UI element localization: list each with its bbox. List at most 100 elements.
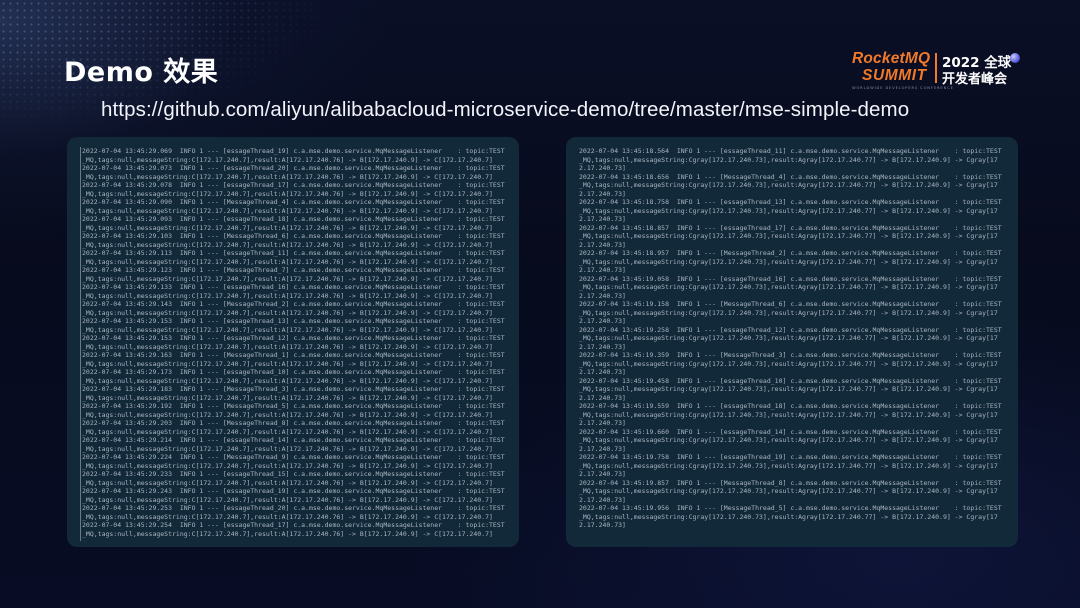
- log-line: 2022-07-04 13:45:29.069 INFO 1 --- [essa…: [82, 147, 505, 155]
- logo-tagline: WORLDWIDE DEVELOPERS CONFERENCE: [852, 86, 954, 90]
- log-line: 2022-07-04 13:45:29.090 INFO 1 --- [Mess…: [82, 198, 505, 206]
- log-line: _MQ,tags:null,messageString:C[172.17.240…: [82, 461, 493, 470]
- log-line: _MQ,tags:null,messageString:Cgray[172.17…: [579, 436, 998, 444]
- log-line: _MQ,tags:null,messageString:C[172.17.240…: [82, 308, 493, 317]
- log-line: _MQ,tags:null,messageString:C[172.17.240…: [82, 325, 493, 334]
- log-line: _MQ,tags:null,messageString:Cgray[172.17…: [579, 512, 998, 521]
- log-line: _MQ,tags:null,messageString:Cgray[172.17…: [579, 410, 998, 419]
- log-line: 2022-07-04 13:45:19.857 INFO 1 --- [Mess…: [579, 478, 1002, 487]
- log-line: 2022-07-04 13:45:29.173 INFO 1 --- [essa…: [82, 368, 505, 376]
- log-line: _MQ,tags:null,messageString:C[172.17.240…: [82, 172, 493, 181]
- log-line: _MQ,tags:null,messageString:C[172.17.240…: [82, 529, 493, 538]
- log-line: _MQ,tags:null,messageString:C[172.17.240…: [82, 155, 493, 164]
- left-log-output: 2022-07-04 13:45:29.069 INFO 1 --- [essa…: [80, 147, 511, 541]
- log-line: _MQ,tags:null,messageString:C[172.17.240…: [82, 240, 493, 249]
- logo-brand-line2: SUMMIT: [862, 67, 927, 84]
- log-line: 2022-07-04 13:45:19.956 INFO 1 --- [Mess…: [579, 504, 1002, 512]
- log-line: _MQ,tags:null,messageString:C[172.17.240…: [82, 359, 493, 368]
- log-line: _MQ,tags:null,messageString:Cgray[172.17…: [579, 283, 998, 291]
- log-line: 2.17.240.73]: [579, 317, 626, 325]
- log-line: 2022-07-04 13:45:18.857 INFO 1 --- [essa…: [579, 223, 1002, 232]
- log-line: _MQ,tags:null,messageString:Cgray[172.17…: [579, 308, 998, 317]
- log-line: 2022-07-04 13:45:29.113 INFO 1 --- [essa…: [82, 249, 505, 257]
- log-line: 2.17.240.73]: [579, 342, 626, 351]
- log-line: _MQ,tags:null,messageString:C[172.17.240…: [82, 410, 493, 419]
- log-line: _MQ,tags:null,messageString:C[172.17.240…: [82, 257, 493, 266]
- log-line: 2022-07-04 13:45:29.153 INFO 1 --- [essa…: [82, 317, 505, 325]
- log-line: 2022-07-04 13:45:19.559 INFO 1 --- [essa…: [579, 402, 1002, 410]
- log-line: _MQ,tags:null,messageString:C[172.17.240…: [82, 427, 493, 436]
- log-line: _MQ,tags:null,messageString:Cgray[172.17…: [579, 385, 998, 393]
- log-line: _MQ,tags:null,messageString:C[172.17.240…: [82, 376, 493, 385]
- log-line: 2022-07-04 13:45:29.243 INFO 1 --- [essa…: [82, 487, 505, 495]
- log-line: 2.17.240.73]: [579, 164, 626, 172]
- log-line: 2.17.240.73]: [579, 495, 626, 504]
- log-line: _MQ,tags:null,messageString:C[172.17.240…: [82, 444, 493, 453]
- log-line: 2022-07-04 13:45:19.258 INFO 1 --- [essa…: [579, 325, 1002, 334]
- log-line: 2022-07-04 13:45:29.078 INFO 1 --- [essa…: [82, 181, 505, 189]
- log-line: 2022-07-04 13:45:29.073 INFO 1 --- [essa…: [82, 164, 505, 172]
- log-line: 2022-07-04 13:45:29.123 INFO 1 --- [Mess…: [82, 266, 505, 274]
- right-log-output: 2022-07-04 13:45:18.564 INFO 1 --- [essa…: [579, 147, 1010, 541]
- log-line: _MQ,tags:null,messageString:Cgray[172.17…: [579, 206, 998, 215]
- log-line: 2.17.240.73]: [579, 470, 626, 478]
- log-line: 2.17.240.73]: [579, 368, 626, 376]
- summit-logo: RocketMQ SUMMIT 2022 全球 开发者峰会 WORLDWIDE …: [848, 50, 1028, 94]
- log-line: 2.17.240.73]: [579, 521, 626, 529]
- log-line: _MQ,tags:null,messageString:Cgray[172.17…: [579, 181, 998, 189]
- log-line: 2022-07-04 13:45:29.192 INFO 1 --- [Mess…: [82, 402, 505, 410]
- log-line: 2022-07-04 13:45:29.203 INFO 1 --- [Mess…: [82, 419, 505, 427]
- log-line: 2.17.240.73]: [579, 419, 626, 427]
- log-line: 2022-07-04 13:45:18.758 INFO 1 --- [essa…: [579, 198, 1002, 206]
- log-line: 2022-07-04 13:45:19.158 INFO 1 --- [Mess…: [579, 300, 1002, 308]
- repo-url-text: https://github.com/aliyun/alibabacloud-m…: [101, 98, 910, 121]
- log-line: _MQ,tags:null,messageString:C[172.17.240…: [82, 478, 493, 487]
- log-line: 2022-07-04 13:45:18.957 INFO 1 --- [Mess…: [579, 249, 1002, 257]
- log-line: 2.17.240.73]: [579, 393, 626, 402]
- log-line: 2022-07-04 13:45:19.359 INFO 1 --- [Mess…: [579, 351, 1002, 359]
- log-line: 2.17.240.73]: [579, 240, 626, 249]
- log-line: _MQ,tags:null,messageString:Cgray[172.17…: [579, 487, 998, 495]
- log-line: 2022-07-04 13:45:29.103 INFO 1 --- [Mess…: [82, 232, 505, 240]
- log-line: 2.17.240.73]: [579, 266, 626, 274]
- log-line: 2022-07-04 13:45:19.058 INFO 1 --- [essa…: [579, 274, 1002, 283]
- log-line: 2022-07-04 13:45:29.143 INFO 1 --- [Mess…: [82, 300, 505, 308]
- log-line: 2.17.240.73]: [579, 189, 626, 198]
- log-line: 2.17.240.73]: [579, 215, 626, 223]
- log-line: _MQ,tags:null,messageString:C[172.17.240…: [82, 291, 493, 300]
- log-line: 2022-07-04 13:45:29.153 INFO 1 --- [essa…: [82, 334, 505, 342]
- log-line: 2022-07-04 13:45:29.093 INFO 1 --- [essa…: [82, 215, 505, 223]
- log-line: _MQ,tags:null,messageString:C[172.17.240…: [82, 495, 493, 504]
- log-line: 2022-07-04 13:45:29.163 INFO 1 --- [Mess…: [82, 351, 505, 359]
- log-line: 2022-07-04 13:45:29.253 INFO 1 --- [essa…: [82, 504, 505, 512]
- log-line: 2022-07-04 13:45:19.660 INFO 1 --- [essa…: [579, 427, 1002, 436]
- log-line: _MQ,tags:null,messageString:Cgray[172.17…: [579, 232, 998, 240]
- log-line: _MQ,tags:null,messageString:C[172.17.240…: [82, 393, 493, 402]
- slide-title: Demo 效果: [64, 57, 219, 88]
- log-line: 2.17.240.73]: [579, 444, 626, 453]
- log-line: _MQ,tags:null,messageString:C[172.17.240…: [82, 189, 493, 198]
- log-line: _MQ,tags:null,messageString:Cgray[172.17…: [579, 155, 998, 164]
- log-line: _MQ,tags:null,messageString:Cgray[172.17…: [579, 461, 998, 470]
- logo-event: 开发者峰会: [942, 72, 1008, 87]
- log-line: _MQ,tags:null,messageString:Cgray[172.17…: [579, 257, 998, 266]
- log-line: _MQ,tags:null,messageString:C[172.17.240…: [82, 206, 493, 215]
- log-line: _MQ,tags:null,messageString:C[172.17.240…: [82, 274, 493, 283]
- log-line: 2022-07-04 13:45:19.758 INFO 1 --- [essa…: [579, 453, 1002, 461]
- log-line: 2.17.240.73]: [579, 291, 626, 300]
- log-line: 2022-07-04 13:45:29.254 INFO 1 --- [essa…: [82, 521, 505, 529]
- logo-divider: [935, 53, 937, 83]
- log-line: 2022-07-04 13:45:29.183 INFO 1 --- [Mess…: [82, 385, 505, 393]
- log-line: 2022-07-04 13:45:29.214 INFO 1 --- [essa…: [82, 436, 505, 444]
- logo-brand-line1: RocketMQ: [852, 50, 931, 67]
- left-log-panel: 2022-07-04 13:45:29.069 INFO 1 --- [essa…: [67, 137, 519, 547]
- log-line: _MQ,tags:null,messageString:C[172.17.240…: [82, 512, 493, 521]
- log-line: _MQ,tags:null,messageString:Cgray[172.17…: [579, 359, 998, 368]
- log-line: 2022-07-04 13:45:29.224 INFO 1 --- [Mess…: [82, 453, 505, 461]
- planet-icon: [1010, 53, 1020, 63]
- log-line: 2022-07-04 13:45:19.458 INFO 1 --- [essa…: [579, 376, 1002, 385]
- log-line: 2022-07-04 13:45:29.133 INFO 1 --- [essa…: [82, 283, 505, 291]
- log-line: 2022-07-04 13:45:18.656 INFO 1 --- [Mess…: [579, 172, 1002, 181]
- right-log-panel: 2022-07-04 13:45:18.564 INFO 1 --- [essa…: [566, 137, 1018, 547]
- log-line: 2022-07-04 13:45:29.233 INFO 1 --- [essa…: [82, 470, 505, 478]
